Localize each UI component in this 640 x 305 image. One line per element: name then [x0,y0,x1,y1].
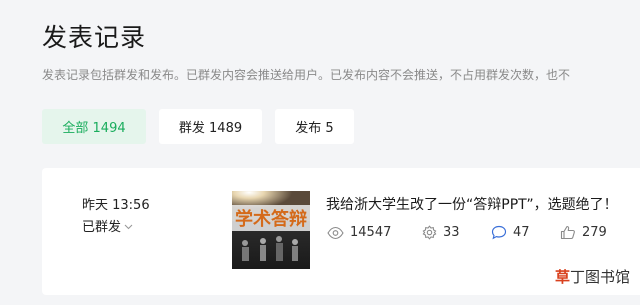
chevron-down-icon [124,220,133,230]
page-title: 发表记录 [42,23,147,52]
thumbnail-text: 学术答辩 [235,208,307,230]
shares-count: 33 [443,225,460,240]
comments-count: 47 [513,225,530,240]
stat-shares: 33 [422,225,491,240]
post-card: 昨天 13:56 已群发 学术答辩 我给浙大学生改了一份“答辩PPT”，选题绝了… [42,168,640,295]
post-status-dropdown[interactable]: 已群发 [82,216,133,235]
post-thumbnail[interactable]: 学术答辩 [232,191,310,269]
post-stats: 14547 33 47 279 [327,225,620,240]
post-time: 昨天 13:56 [82,198,150,213]
post-title[interactable]: 我给浙大学生改了一份“答辩PPT”，选题绝了！ [326,194,618,214]
stat-comments: 47 [491,225,560,240]
share-icon [422,225,437,240]
like-icon [560,225,576,240]
page-description: 发表记录包括群发和发布。已群发内容会推送给用户。已发布内容不会推送，不占用群发次… [42,68,571,82]
filter-tabs: 全部 1494 群发 1489 发布 5 [42,109,354,144]
eye-icon [327,226,344,240]
stat-likes: 279 [560,225,620,240]
watermark-rest: 丁图书馆 [569,268,630,286]
stat-reads: 14547 [327,225,422,240]
watermark-first: 草 [554,268,570,286]
tab-all[interactable]: 全部 1494 [42,109,146,144]
comment-icon [491,225,507,240]
watermark: 草丁图书馆 [555,266,630,287]
likes-count: 279 [582,225,607,240]
post-status-label: 已群发 [82,220,122,235]
reads-count: 14547 [350,225,392,240]
tab-mass-send[interactable]: 群发 1489 [159,109,262,144]
tab-publish[interactable]: 发布 5 [275,109,354,144]
